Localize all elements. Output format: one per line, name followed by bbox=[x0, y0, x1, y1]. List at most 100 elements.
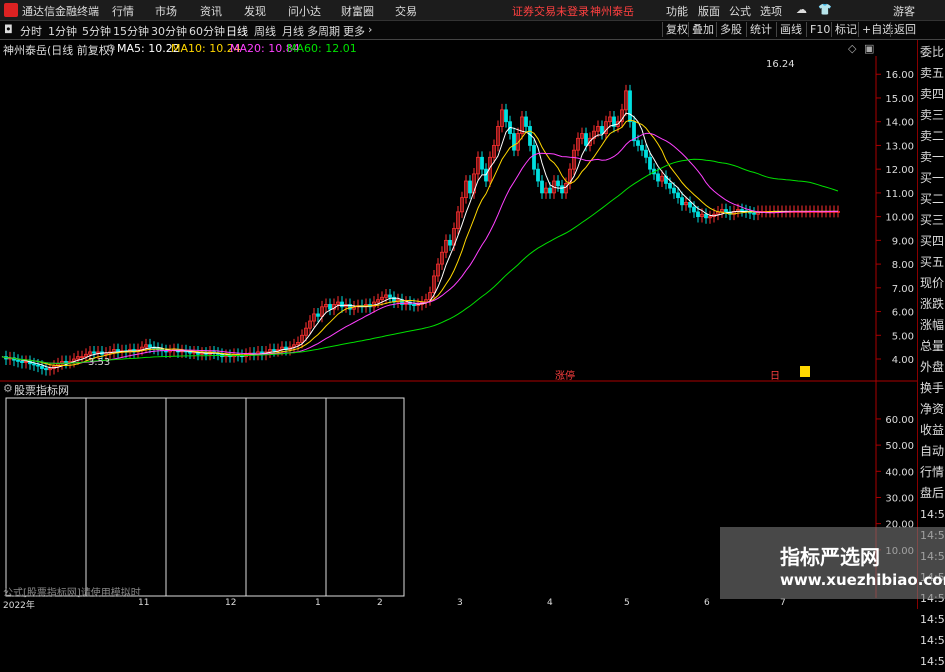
side-panel-item[interactable]: 买三 bbox=[920, 210, 945, 231]
user-guest[interactable]: 游客 bbox=[893, 3, 915, 19]
candle-body[interactable] bbox=[316, 313, 320, 317]
candle-body[interactable] bbox=[740, 209, 744, 212]
side-panel-item[interactable]: 行情 bbox=[920, 462, 945, 483]
period-daily[interactable]: 日线 bbox=[226, 23, 248, 39]
candle-body[interactable] bbox=[388, 294, 392, 298]
candle-body[interactable] bbox=[628, 90, 632, 123]
menu-hangqing[interactable]: 行情 bbox=[112, 3, 134, 19]
candle-body[interactable] bbox=[468, 180, 472, 194]
candle-body[interactable] bbox=[556, 180, 560, 187]
candle-body[interactable] bbox=[676, 192, 680, 199]
candle-body[interactable] bbox=[540, 180, 544, 194]
btn-biaoji[interactable]: 标记 bbox=[831, 22, 860, 37]
side-panel-item[interactable]: 换手 bbox=[920, 378, 945, 399]
candle-body[interactable] bbox=[636, 140, 640, 146]
menu-jiaoyi[interactable]: 交易 bbox=[395, 3, 417, 19]
period-1min[interactable]: 1分钟 bbox=[48, 23, 77, 39]
candle-body[interactable] bbox=[92, 351, 96, 354]
candle-body[interactable] bbox=[724, 209, 728, 213]
menu-wenxiaoda[interactable]: 问小达 bbox=[288, 3, 321, 19]
candle-body[interactable] bbox=[548, 187, 552, 194]
candle-body[interactable] bbox=[656, 173, 660, 182]
menu-banmian[interactable]: 版面 bbox=[698, 3, 720, 19]
side-panel-item[interactable]: 14:50 bbox=[920, 651, 945, 672]
period-60min[interactable]: 60分钟 bbox=[189, 23, 225, 39]
candle-body[interactable] bbox=[640, 145, 644, 151]
kline-chart[interactable]: 4.00 5.00 6.00 7.00 8.00 9.00 10.00 11.00 12.00 1… bbox=[0, 56, 917, 599]
candle-body[interactable] bbox=[448, 239, 452, 246]
shirt-icon[interactable]: 👕 bbox=[818, 3, 832, 16]
candle-body[interactable] bbox=[40, 365, 44, 369]
candle-body[interactable] bbox=[680, 197, 684, 206]
period-30min[interactable]: 30分钟 bbox=[151, 23, 187, 39]
candle-body[interactable] bbox=[512, 133, 516, 151]
side-panel-item[interactable]: 卖二 bbox=[920, 126, 945, 147]
candle-body[interactable] bbox=[696, 211, 700, 218]
side-panel-item[interactable]: 总量 bbox=[920, 336, 945, 357]
candle-body[interactable] bbox=[536, 168, 540, 182]
side-panel-item[interactable]: 买一 bbox=[920, 168, 945, 189]
candle-body[interactable] bbox=[188, 351, 192, 354]
side-panel-item[interactable]: 卖四 bbox=[920, 84, 945, 105]
side-panel-item[interactable]: 买二 bbox=[920, 189, 945, 210]
candle-body[interactable] bbox=[672, 187, 676, 194]
period-fenshi[interactable]: 分时 bbox=[20, 23, 42, 39]
menu-xuanxiang[interactable]: 选项 bbox=[760, 3, 782, 19]
candle-body[interactable] bbox=[668, 183, 672, 189]
candle-body[interactable] bbox=[64, 360, 68, 363]
candle-body[interactable] bbox=[32, 363, 36, 366]
settings-gear-icon[interactable]: ⚙ bbox=[106, 42, 116, 55]
menu-shichang[interactable]: 市场 bbox=[155, 3, 177, 19]
login-notice[interactable]: 证券交易未登录 bbox=[512, 3, 589, 19]
candle-body[interactable] bbox=[600, 126, 604, 134]
candle-body[interactable] bbox=[504, 109, 508, 123]
candle-body[interactable] bbox=[20, 360, 24, 363]
candle-body[interactable] bbox=[524, 116, 528, 127]
btn-huaxian[interactable]: 画线 bbox=[776, 22, 805, 37]
candle-body[interactable] bbox=[752, 212, 756, 215]
side-panel-item[interactable]: 14:50 bbox=[920, 630, 945, 651]
side-panel-item[interactable]: 净资 bbox=[920, 399, 945, 420]
btn-fuquan[interactable]: 复权 bbox=[662, 22, 691, 37]
side-panel-item[interactable]: 买五 bbox=[920, 252, 945, 273]
candle-body[interactable] bbox=[340, 301, 344, 308]
chevron-right-icon[interactable]: › bbox=[368, 23, 372, 36]
toggle-icon[interactable]: ◘ bbox=[4, 23, 13, 36]
side-panel-item[interactable]: 委比 bbox=[920, 42, 945, 63]
side-panel-item[interactable]: 14:50 bbox=[920, 609, 945, 630]
period-multi[interactable]: 多周期 bbox=[307, 23, 340, 39]
candle-body[interactable] bbox=[16, 359, 20, 362]
side-panel-item[interactable]: 涨幅 bbox=[920, 315, 945, 336]
period-more[interactable]: 更多 bbox=[343, 23, 365, 39]
candle-body[interactable] bbox=[704, 213, 708, 219]
candle-body[interactable] bbox=[44, 368, 48, 371]
side-panel-item[interactable]: 买四 bbox=[920, 231, 945, 252]
menu-caifuquan[interactable]: 财富圈 bbox=[341, 3, 374, 19]
menu-faxian[interactable]: 发现 bbox=[244, 3, 266, 19]
btn-f10[interactable]: F10 bbox=[806, 22, 833, 37]
period-weekly[interactable]: 周线 bbox=[254, 23, 276, 39]
candle-body[interactable] bbox=[532, 145, 536, 170]
gear-icon[interactable]: ⚙ bbox=[3, 382, 13, 395]
side-panel-item[interactable]: 卖三 bbox=[920, 105, 945, 126]
candle-body[interactable] bbox=[648, 156, 652, 170]
candle-body[interactable] bbox=[692, 206, 696, 213]
candle-body[interactable] bbox=[644, 149, 648, 158]
period-monthly[interactable]: 月线 bbox=[282, 23, 304, 39]
candle-body[interactable] bbox=[688, 201, 692, 208]
event-flag-icon[interactable] bbox=[800, 366, 810, 377]
side-panel-item[interactable]: 卖五 bbox=[920, 63, 945, 84]
event-zhangting[interactable]: 涨停 bbox=[555, 367, 575, 382]
candle-body[interactable] bbox=[272, 349, 276, 352]
side-panel-item[interactable]: 卖一 bbox=[920, 147, 945, 168]
menu-zixun[interactable]: 资讯 bbox=[200, 3, 222, 19]
cloud-icon[interactable]: ☁ bbox=[796, 3, 807, 16]
side-panel-item[interactable]: 现价 bbox=[920, 273, 945, 294]
period-15min[interactable]: 15分钟 bbox=[113, 23, 149, 39]
candle-body[interactable] bbox=[412, 304, 416, 307]
btn-fanhui[interactable]: 返回 bbox=[890, 22, 919, 37]
side-panel-item[interactable]: 涨跌 bbox=[920, 294, 945, 315]
side-panel-item[interactable]: 盘后 bbox=[920, 483, 945, 504]
side-panel-item[interactable]: 自动 bbox=[920, 441, 945, 462]
menu-gongneng[interactable]: 功能 bbox=[666, 3, 688, 19]
